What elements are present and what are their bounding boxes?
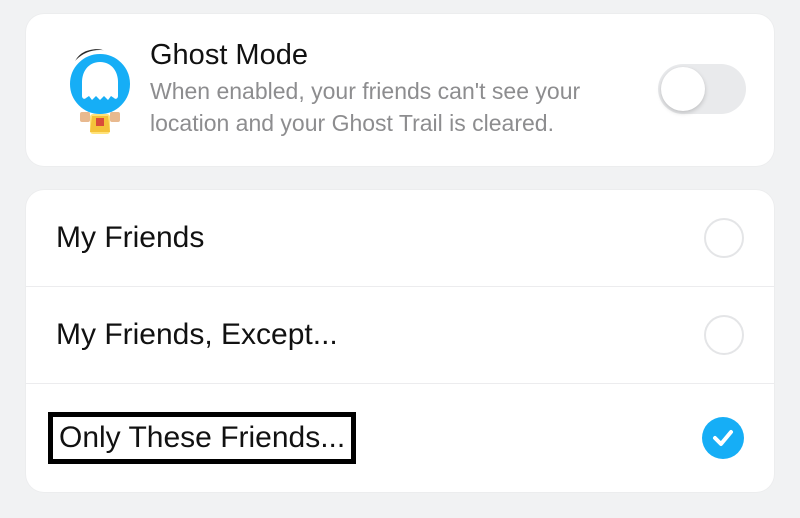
radio-unchecked-icon: [704, 315, 744, 355]
ghost-mode-card: Ghost Mode When enabled, your friends ca…: [26, 14, 774, 166]
highlight-annotation: Only These Friends...: [48, 412, 356, 464]
location-options-list: My Friends My Friends, Except... Only Th…: [26, 190, 774, 492]
ghost-mode-description: When enabled, your friends can't see you…: [150, 76, 640, 138]
ghost-mode-toggle[interactable]: [658, 64, 746, 114]
ghost-mode-title: Ghost Mode: [150, 39, 640, 72]
option-label: My Friends, Except...: [56, 318, 338, 352]
radio-checked-icon: [702, 417, 744, 459]
option-label: Only These Friends...: [59, 421, 345, 454]
toggle-knob: [661, 67, 705, 111]
ghost-mode-row: Ghost Mode When enabled, your friends ca…: [50, 36, 746, 142]
check-icon: [711, 426, 735, 450]
ghost-mode-text: Ghost Mode When enabled, your friends ca…: [150, 39, 658, 138]
ghost-icon: [56, 36, 144, 142]
option-my-friends[interactable]: My Friends: [26, 190, 774, 286]
option-my-friends-except[interactable]: My Friends, Except...: [26, 286, 774, 383]
radio-unchecked-icon: [704, 218, 744, 258]
ghost-mode-avatar: [50, 36, 150, 142]
option-label: My Friends: [56, 221, 204, 255]
option-only-these-friends[interactable]: Only These Friends...: [26, 383, 774, 492]
